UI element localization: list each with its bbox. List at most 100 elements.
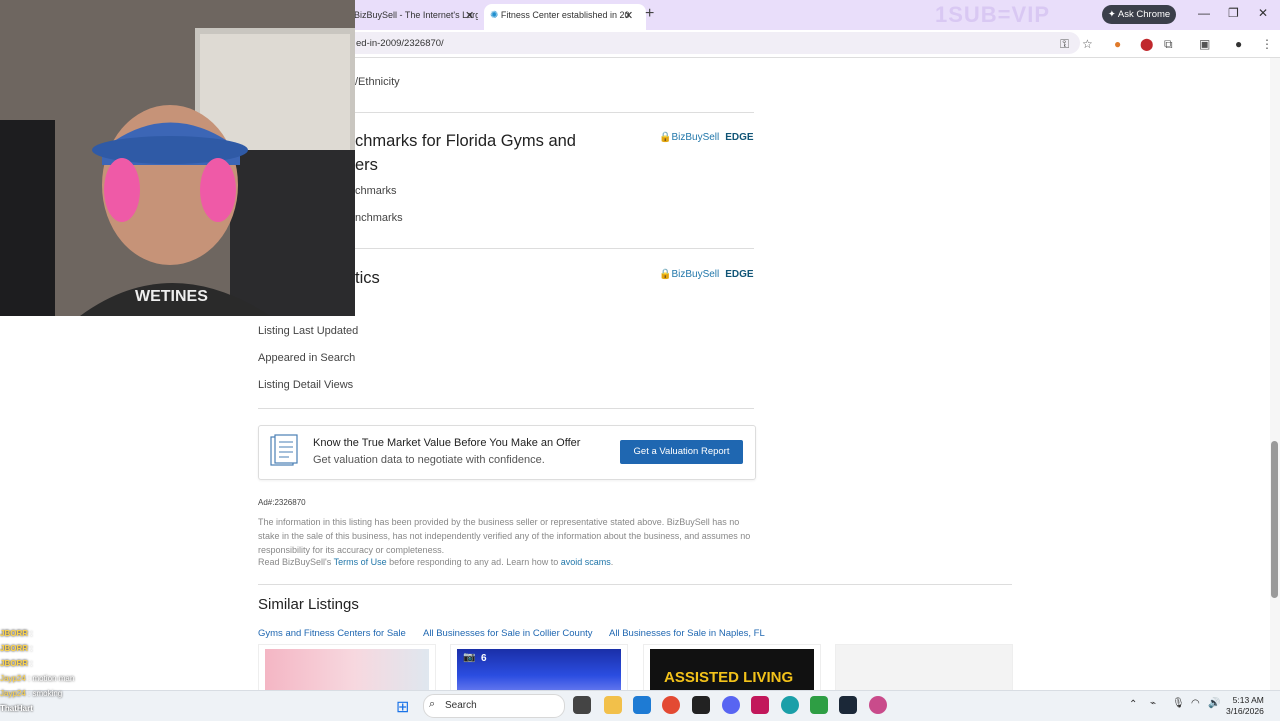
chat-user: Jayp24 (0, 674, 26, 683)
divider (258, 408, 754, 409)
chat-user: JBORR (0, 629, 29, 638)
chevron-up-icon[interactable]: ⌃ (1129, 699, 1137, 710)
clock-time: 5:13 AM (1232, 695, 1264, 705)
url-text[interactable]: ed-in-2009/2326870/ (356, 38, 444, 49)
similar-link-gyms[interactable]: Gyms and Fitness Centers for Sale (258, 628, 406, 639)
chat-line: JBORR : (0, 644, 33, 653)
benchmark-row: chmarks (355, 185, 397, 197)
wifi-icon[interactable]: ◠ (1191, 698, 1200, 709)
chat-line: ThatHart (0, 701, 74, 716)
close-icon[interactable]: ✕ (465, 9, 474, 22)
ask-chrome-button[interactable]: ✦ Ask Chrome (1102, 5, 1176, 24)
menu-icon[interactable]: ⋮ (1261, 37, 1273, 51)
listing-image: 📷 6 (457, 649, 621, 691)
listing-card[interactable] (835, 644, 1013, 691)
taskbar-clock[interactable]: 5:13 AM 3/16/2026 (1226, 695, 1264, 717)
chrome-profile-icon[interactable] (869, 696, 887, 714)
volume-icon[interactable]: 🔊 (1208, 698, 1220, 709)
badge-name: BizBuySell (671, 269, 720, 280)
terms-prefix: Read BizBuySell's (258, 557, 334, 567)
terms-middle: before responding to any ad. Learn how t… (386, 557, 561, 567)
maximize-icon[interactable]: ❐ (1228, 6, 1239, 20)
close-window-icon[interactable]: ✕ (1258, 6, 1268, 20)
webcam-overlay: WETINES (0, 0, 355, 316)
ask-chrome-label: Ask Chrome (1117, 9, 1171, 20)
chat-user: Jayp24 (0, 689, 26, 698)
stream-overlay-text: 1SUB=VIP (935, 2, 1050, 27)
search-icon: ⌕ (429, 698, 436, 710)
badge-tag: EDGE (725, 132, 754, 143)
bizbuysell-edge-badge[interactable]: 🔒BizBuySell EDGE (659, 132, 754, 143)
extension-red-icon[interactable]: ⬤ (1140, 37, 1153, 51)
task-view-icon[interactable] (573, 696, 591, 714)
obs-icon[interactable] (692, 696, 710, 714)
valuation-subtitle: Get valuation data to negotiate with con… (313, 454, 545, 466)
stream-chat: JBORR : JBORR : JBORR : Jayp24 : motion … (0, 626, 74, 716)
microphone-icon[interactable]: 🎙 (1172, 698, 1185, 709)
steam-icon[interactable] (839, 696, 857, 714)
chat-message: motion man (32, 674, 75, 683)
extensions-icon[interactable]: ⧉ (1164, 37, 1173, 52)
listing-image: ASSISTED LIVING (650, 649, 814, 691)
terms-suffix: . (610, 557, 614, 567)
chat-user: JBORR (0, 659, 29, 668)
discord-icon[interactable] (722, 696, 740, 714)
shirt-text: WETINES (135, 288, 208, 305)
stat-row-detail-views: Listing Detail Views (258, 379, 354, 391)
card-image-text: ASSISTED LIVING (664, 669, 794, 686)
chat-line: Jayp24 : motion man (0, 674, 75, 683)
lock-icon: 🔒 (659, 269, 672, 280)
acrobat-icon[interactable] (751, 696, 769, 714)
sparkle-icon: ✦ (1107, 9, 1116, 20)
close-icon[interactable]: ✕ (624, 9, 633, 22)
new-tab-icon[interactable]: + (645, 5, 654, 23)
bizbuysell-edge-badge[interactable]: 🔒BizBuySell EDGE (659, 269, 754, 280)
badge-tag: EDGE (725, 269, 754, 280)
valuation-title: Know the True Market Value Before You Ma… (313, 437, 581, 449)
tab-label: BizBuySell - The Internet's Larg (354, 10, 478, 20)
stat-row-last-updated: Listing Last Updated (258, 325, 359, 337)
star-icon[interactable]: ☆ (1082, 37, 1093, 51)
ad-number: Ad#:2326870 (258, 498, 306, 507)
lock-icon: 🔒 (659, 132, 672, 143)
tab-fitness-center[interactable]: ✺ Fitness Center established in 20 (484, 4, 646, 30)
avoid-scams-link[interactable]: avoid scams (561, 557, 611, 567)
terms-of-use-link[interactable]: Terms of Use (334, 557, 387, 567)
chat-user: ThatHart (0, 704, 33, 713)
get-valuation-report-button[interactable]: Get a Valuation Report (620, 440, 743, 464)
listing-card[interactable]: ASSISTED LIVING (643, 644, 821, 691)
edge-icon[interactable] (781, 696, 799, 714)
profile-avatar[interactable]: ● (1235, 37, 1242, 51)
chat-line: JBORR : (0, 629, 33, 638)
file-explorer-icon[interactable] (604, 696, 622, 714)
key-icon[interactable]: ⚿ (1060, 37, 1069, 52)
listing-card[interactable] (258, 644, 436, 691)
similar-link-collier-county[interactable]: All Businesses for Sale in Collier Count… (423, 628, 593, 639)
ethnicity-label: /Ethnicity (355, 76, 400, 88)
scrollbar-thumb[interactable] (1271, 441, 1278, 598)
photo-count: 6 (481, 653, 487, 664)
extension-orange-icon[interactable]: ● (1114, 37, 1121, 51)
benchmark-row: nchmarks (355, 212, 403, 224)
similar-listings-title: Similar Listings (258, 596, 359, 613)
tab-bizbuysell[interactable]: BizBuySell - The Internet's Larg (354, 4, 478, 30)
windows-start-icon[interactable]: ⊞ (396, 697, 409, 717)
statistics-title: tics (355, 269, 380, 287)
chat-user: JBORR (0, 644, 29, 653)
side-panel-icon[interactable]: ▣ (1199, 37, 1210, 51)
store-icon[interactable] (633, 696, 651, 714)
clock-date: 3/16/2026 (1226, 706, 1264, 716)
chat-message: smoking (32, 689, 63, 698)
tab-label: Fitness Center established in 20 (500, 10, 630, 20)
taskbar-search-label: Search (445, 700, 477, 711)
listing-card[interactable]: 📷 6 (450, 644, 628, 691)
network-icon[interactable]: ⌁ (1150, 698, 1156, 709)
similar-link-naples[interactable]: All Businesses for Sale in Naples, FL (609, 628, 765, 639)
document-icon (270, 434, 298, 466)
camera-icon: 📷 (463, 652, 476, 663)
chrome-icon[interactable] (662, 696, 680, 714)
xbox-icon[interactable] (810, 696, 828, 714)
minimize-icon[interactable]: — (1198, 6, 1210, 20)
address-bar[interactable] (340, 32, 1080, 54)
badge-name: BizBuySell (671, 132, 720, 143)
